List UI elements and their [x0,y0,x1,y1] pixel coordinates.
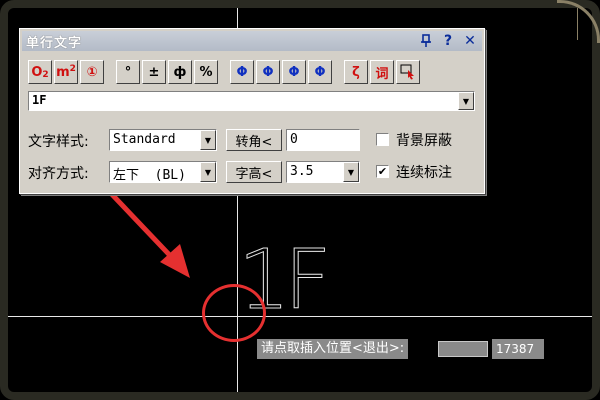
text-style-label: 文字样式: [28,134,89,150]
text-style-select[interactable]: Standard ▼ [109,129,217,151]
chevron-down-icon[interactable]: ▼ [343,162,359,182]
alignment-label: 对齐方式: [28,166,89,182]
background-mask-checkbox[interactable] [376,133,389,146]
coordinate-readout: 17387 [492,339,544,359]
steel-grade-3-icon[interactable]: Φ [282,60,306,84]
alignment-value: 左下 (BL) [113,168,186,183]
circled-number-icon[interactable]: ① [80,60,104,84]
special-symbol-icon[interactable]: ζ [344,60,368,84]
alignment-select[interactable]: 左下 (BL) ▼ [109,161,217,183]
superscript-icon[interactable]: m2 [54,60,78,84]
word-library-icon[interactable]: 词 [370,60,394,84]
degree-icon[interactable]: ° [116,60,140,84]
single-line-text-dialog: 单行文字 ? ✕ O2 m2 ① ° ± ф % Φ Φ Φ Φ ζ 词 1F … [19,28,485,194]
command-input-box[interactable] [438,341,488,357]
dialog-title: 单行文字 [26,35,83,51]
help-icon[interactable]: ? [440,33,456,49]
text-height-select[interactable]: 3.5 ▼ [286,161,360,183]
steel-grade-2-icon[interactable]: Φ [256,60,280,84]
text-content-value: 1F [32,93,47,107]
continuous-annotation-checkbox[interactable]: ✔ [376,165,389,178]
chevron-down-icon[interactable]: ▼ [200,130,216,150]
text-height-value: 3.5 [290,164,314,179]
background-mask-label: 背景屏蔽 [396,133,452,149]
command-prompt: 请点取插入位置<退出>: [257,339,409,359]
subscript-icon[interactable]: O2 [28,60,52,84]
text-style-value: Standard [113,132,176,147]
continuous-annotation-label: 连续标注 [396,165,452,181]
plus-minus-icon[interactable]: ± [142,60,166,84]
close-icon[interactable]: ✕ [462,33,478,49]
dialog-titlebar[interactable]: 单行文字 ? ✕ [22,31,482,51]
text-height-button[interactable]: 字高< [226,161,282,183]
rotate-angle-input[interactable]: 0 [286,129,360,151]
cad-drawing-canvas[interactable]: 1F 单行文字 ? ✕ O2 m2 ① ° ± ф % Φ Φ Φ Φ ζ 词 … [0,0,600,400]
steel-grade-1-icon[interactable]: Φ [230,60,254,84]
percent-icon[interactable]: % [194,60,218,84]
text-content-combobox[interactable]: 1F ▼ [28,91,475,111]
chevron-down-icon[interactable]: ▼ [200,162,216,182]
rotate-angle-button[interactable]: 转角< [226,129,282,151]
diameter-icon[interactable]: ф [168,60,192,84]
pick-text-icon[interactable] [396,60,420,84]
chevron-down-icon[interactable]: ▼ [458,92,474,110]
steel-grade-4-icon[interactable]: Φ [308,60,332,84]
pin-icon[interactable] [418,33,434,49]
